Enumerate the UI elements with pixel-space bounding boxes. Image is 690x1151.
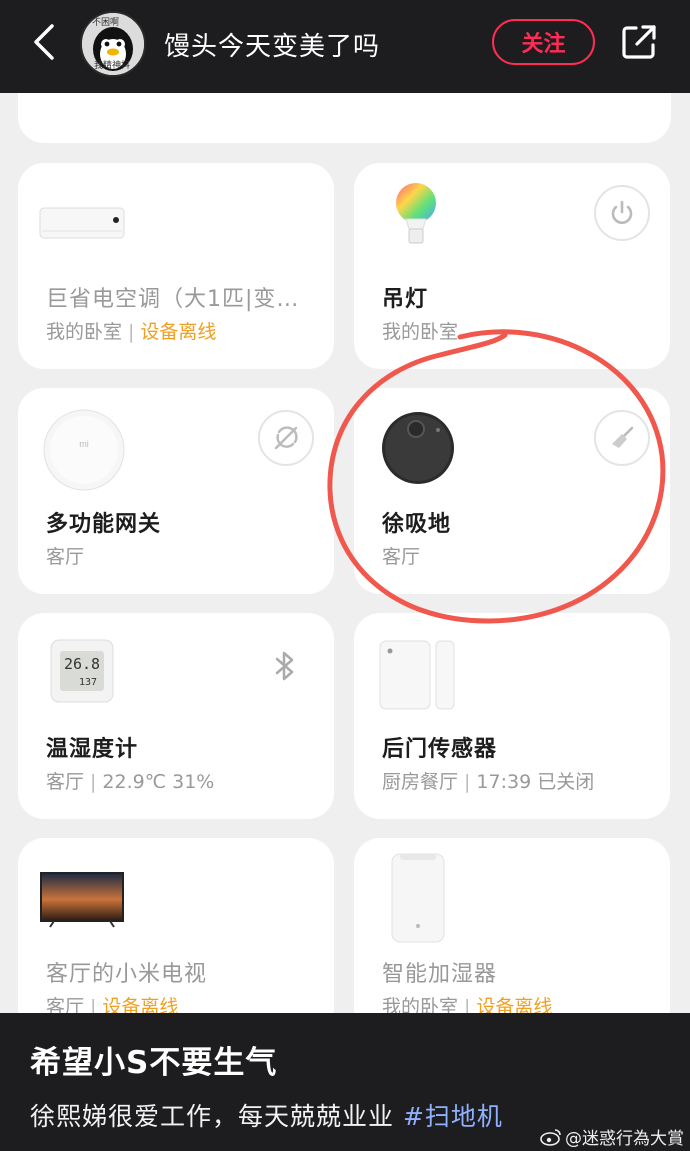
device-card-gateway[interactable]: mi 多功能网关 客厅 bbox=[18, 388, 334, 594]
device-status: 设备离线 bbox=[476, 996, 553, 1013]
device-room: 我的卧室 bbox=[382, 321, 459, 343]
robot-vacuum-icon bbox=[382, 412, 454, 484]
device-name: 智能加湿器 bbox=[382, 962, 498, 987]
power-button[interactable] bbox=[594, 185, 650, 241]
share-icon bbox=[622, 25, 656, 59]
offline-button[interactable] bbox=[258, 410, 314, 466]
device-subtitle: 客厅 | 设备离线 bbox=[46, 992, 178, 1013]
watermark-text: @迷惑行為大賞 bbox=[565, 1129, 684, 1149]
avatar[interactable]: 不困啊 我精神抖 bbox=[80, 11, 146, 77]
device-room: 厨房餐厅 bbox=[382, 771, 459, 793]
offline-icon bbox=[274, 426, 298, 450]
gateway-logo: mi bbox=[79, 439, 89, 449]
thermometer-icon: 26.8 137 bbox=[50, 639, 114, 703]
device-name: 温湿度计 bbox=[46, 737, 139, 762]
device-name: 后门传感器 bbox=[382, 737, 498, 762]
device-name: 客厅的小米电视 bbox=[46, 962, 208, 987]
device-room: 我的卧室 bbox=[382, 996, 459, 1013]
device-card-humidifier[interactable]: 智能加湿器 我的卧室 | 设备离线 bbox=[354, 838, 670, 1013]
device-room: 客厅 bbox=[46, 546, 85, 568]
account-name[interactable]: 馒头今天变美了吗 bbox=[164, 26, 380, 63]
avatar-tag: 我精神抖 bbox=[94, 61, 131, 71]
bluetooth-icon bbox=[275, 651, 294, 681]
device-subtitle: 客厅 | 22.9℃ 31% bbox=[46, 771, 215, 793]
device-subtitle: 我的卧室 | 设备离线 bbox=[46, 321, 217, 343]
bluetooth-indicator bbox=[270, 651, 300, 681]
thermometer-temp-readout: 26.8 bbox=[64, 655, 100, 673]
device-status: 22.9℃ 31% bbox=[102, 771, 215, 793]
hashtag-link[interactable]: #扫地机 bbox=[403, 1102, 503, 1131]
device-name: 多功能网关 bbox=[46, 512, 162, 537]
device-room: 客厅 bbox=[46, 996, 85, 1013]
share-button[interactable] bbox=[619, 22, 659, 62]
device-card-air-conditioner[interactable]: 巨省电空调（大1匹|变… 我的卧室 | 设备离线 bbox=[18, 163, 334, 369]
device-subtitle: 我的卧室 | 设备离线 bbox=[382, 992, 552, 1013]
device-room: 客厅 bbox=[46, 771, 85, 793]
device-card-robot-vacuum[interactable]: 徐吸地 客厅 bbox=[354, 388, 670, 594]
smart-bulb-icon bbox=[396, 183, 436, 244]
avatar-tag: 不困啊 bbox=[92, 18, 120, 28]
tv-icon bbox=[40, 872, 124, 928]
device-room: 客厅 bbox=[382, 546, 421, 568]
device-name: 徐吸地 bbox=[382, 512, 452, 537]
follow-button[interactable]: 关注 bbox=[492, 19, 595, 65]
caption-body: 徐熙娣很爱工作，每天兢兢业业 #扫地机 bbox=[30, 1097, 503, 1133]
gateway-icon: mi bbox=[43, 409, 125, 491]
caption-title: 希望小S不要生气 bbox=[30, 1045, 278, 1081]
clean-button[interactable] bbox=[594, 410, 650, 466]
device-status: 设备离线 bbox=[140, 321, 217, 343]
device-name: 吊灯 bbox=[382, 287, 429, 312]
device-name: 巨省电空调（大1匹|变… bbox=[46, 287, 300, 312]
broom-icon bbox=[612, 426, 634, 448]
device-card-tv[interactable]: 客厅的小米电视 客厅 | 设备离线 bbox=[18, 838, 334, 1013]
device-status: 设备离线 bbox=[102, 996, 179, 1013]
device-card-door-sensor[interactable]: 后门传感器 厨房餐厅 | 17:39 已关闭 bbox=[354, 613, 670, 819]
thermometer-humidity-readout: 137 bbox=[79, 677, 97, 688]
device-card-ceiling-light[interactable]: 吊灯 我的卧室 bbox=[354, 163, 670, 369]
humidifier-icon bbox=[391, 853, 445, 943]
device-card-thermometer[interactable]: 26.8 137 温湿度计 客厅 | 22.9℃ 31% bbox=[18, 613, 334, 819]
device-status: 17:39 已关闭 bbox=[476, 771, 595, 793]
power-icon bbox=[611, 200, 633, 224]
door-sensor-icon bbox=[379, 640, 455, 710]
air-conditioner-icon bbox=[39, 207, 125, 239]
device-card[interactable] bbox=[18, 93, 671, 143]
top-bar: 不困啊 我精神抖 馒头今天变美了吗 关注 bbox=[0, 0, 690, 93]
watermark: @迷惑行為大賞 bbox=[540, 1124, 684, 1149]
back-button[interactable] bbox=[26, 20, 62, 64]
chevron-left-icon bbox=[34, 24, 54, 60]
caption-text: 徐熙娣很爱工作，每天兢兢业业 bbox=[30, 1102, 403, 1131]
weibo-icon bbox=[540, 1128, 561, 1146]
device-grid: 巨省电空调（大1匹|变… 我的卧室 | 设备离线 吊灯 我的卧室 mi 多功能网关 … bbox=[0, 93, 690, 1013]
device-subtitle: 厨房餐厅 | 17:39 已关闭 bbox=[382, 771, 595, 793]
device-room: 我的卧室 bbox=[46, 321, 123, 343]
